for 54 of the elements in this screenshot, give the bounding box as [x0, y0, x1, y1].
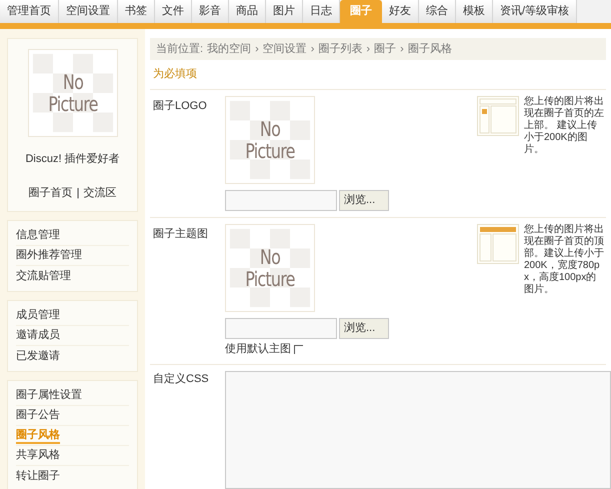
- nav-tab[interactable]: 影音: [192, 0, 229, 23]
- default-image-label: 使用默认主图: [225, 342, 291, 357]
- forum-link[interactable]: 交流区: [83, 184, 116, 201]
- nav-tab[interactable]: 商品: [229, 0, 266, 23]
- user-name: Discuz! 插件爱好者: [25, 152, 120, 167]
- placeholder-text: Picture: [245, 268, 295, 290]
- breadcrumb-separator: ›: [255, 42, 259, 57]
- placeholder-text: No: [260, 246, 280, 268]
- breadcrumb-link[interactable]: 我的空间: [207, 40, 252, 58]
- file-path-field[interactable]: [225, 318, 337, 339]
- nav-tab[interactable]: 空间设置: [59, 0, 118, 23]
- menu-item[interactable]: 圈子属性设置: [16, 387, 82, 404]
- menu-item[interactable]: 共享风格: [16, 447, 60, 464]
- menu-item[interactable]: 转让圈子: [16, 468, 60, 484]
- css-textarea[interactable]: [225, 370, 611, 489]
- breadcrumb-separator: ›: [310, 42, 314, 57]
- browse-button[interactable]: 浏览...: [339, 318, 389, 339]
- placeholder-text: Picture: [48, 93, 98, 115]
- field-label: 圈子LOGO: [152, 99, 208, 114]
- nav-tab[interactable]: 综合: [419, 0, 456, 23]
- field-label: 自定义CSS: [152, 372, 210, 386]
- nav-tab[interactable]: 书签: [118, 0, 155, 23]
- menu-item[interactable]: 交流贴管理: [16, 268, 71, 284]
- browse-button[interactable]: 浏览...: [339, 190, 389, 211]
- nav-tab[interactable]: 管理首页: [0, 0, 59, 23]
- field-label: 圈子主题图: [152, 226, 209, 242]
- breadcrumb-link[interactable]: 圈子列表: [318, 40, 362, 58]
- breadcrumb-label: 当前位置:: [156, 42, 204, 57]
- menu-item[interactable]: 已发邀请: [16, 348, 60, 364]
- upload-hint: 您上传的图片将出现在圈子首页的左上部。 建议上传小于200K的图片。: [524, 96, 605, 157]
- menu-item[interactable]: 圈子公告: [16, 407, 60, 424]
- breadcrumb-separator: ›: [366, 42, 370, 57]
- nav-tab[interactable]: 文件: [155, 0, 192, 23]
- breadcrumb-link[interactable]: 空间设置: [262, 40, 307, 58]
- menu-item[interactable]: 圈外推荐管理: [16, 247, 82, 264]
- nav-tab[interactable]: 图片: [266, 0, 303, 23]
- menu-item[interactable]: 信息管理: [16, 227, 60, 244]
- required-note: 为必填项: [153, 66, 197, 82]
- circle-home-link[interactable]: 圈子首页: [28, 184, 73, 201]
- nav-tab[interactable]: 资讯/等级审核: [493, 0, 578, 23]
- breadcrumb-link[interactable]: 圈子: [374, 40, 396, 58]
- breadcrumb-link[interactable]: 圈子风格: [408, 40, 452, 58]
- menu-item[interactable]: 邀请成员: [16, 327, 60, 344]
- placeholder-text: No: [62, 71, 83, 93]
- file-path-field[interactable]: [225, 190, 337, 211]
- placeholder-text: No: [260, 118, 280, 140]
- nav-tab[interactable]: 模板: [456, 0, 493, 23]
- menu-item[interactable]: 成员管理: [16, 307, 60, 324]
- upload-hint: 您上传的图片将出现在圈子首页的顶部。建议上传小于200K，宽度780px，高度100px的图片。: [524, 224, 605, 297]
- nav-tab[interactable]: 日志: [303, 0, 340, 23]
- link-separator: |: [76, 186, 80, 200]
- placeholder-text: Picture: [245, 140, 295, 162]
- nav-tab[interactable]: 好友: [382, 0, 419, 23]
- breadcrumb-separator: ›: [400, 42, 404, 57]
